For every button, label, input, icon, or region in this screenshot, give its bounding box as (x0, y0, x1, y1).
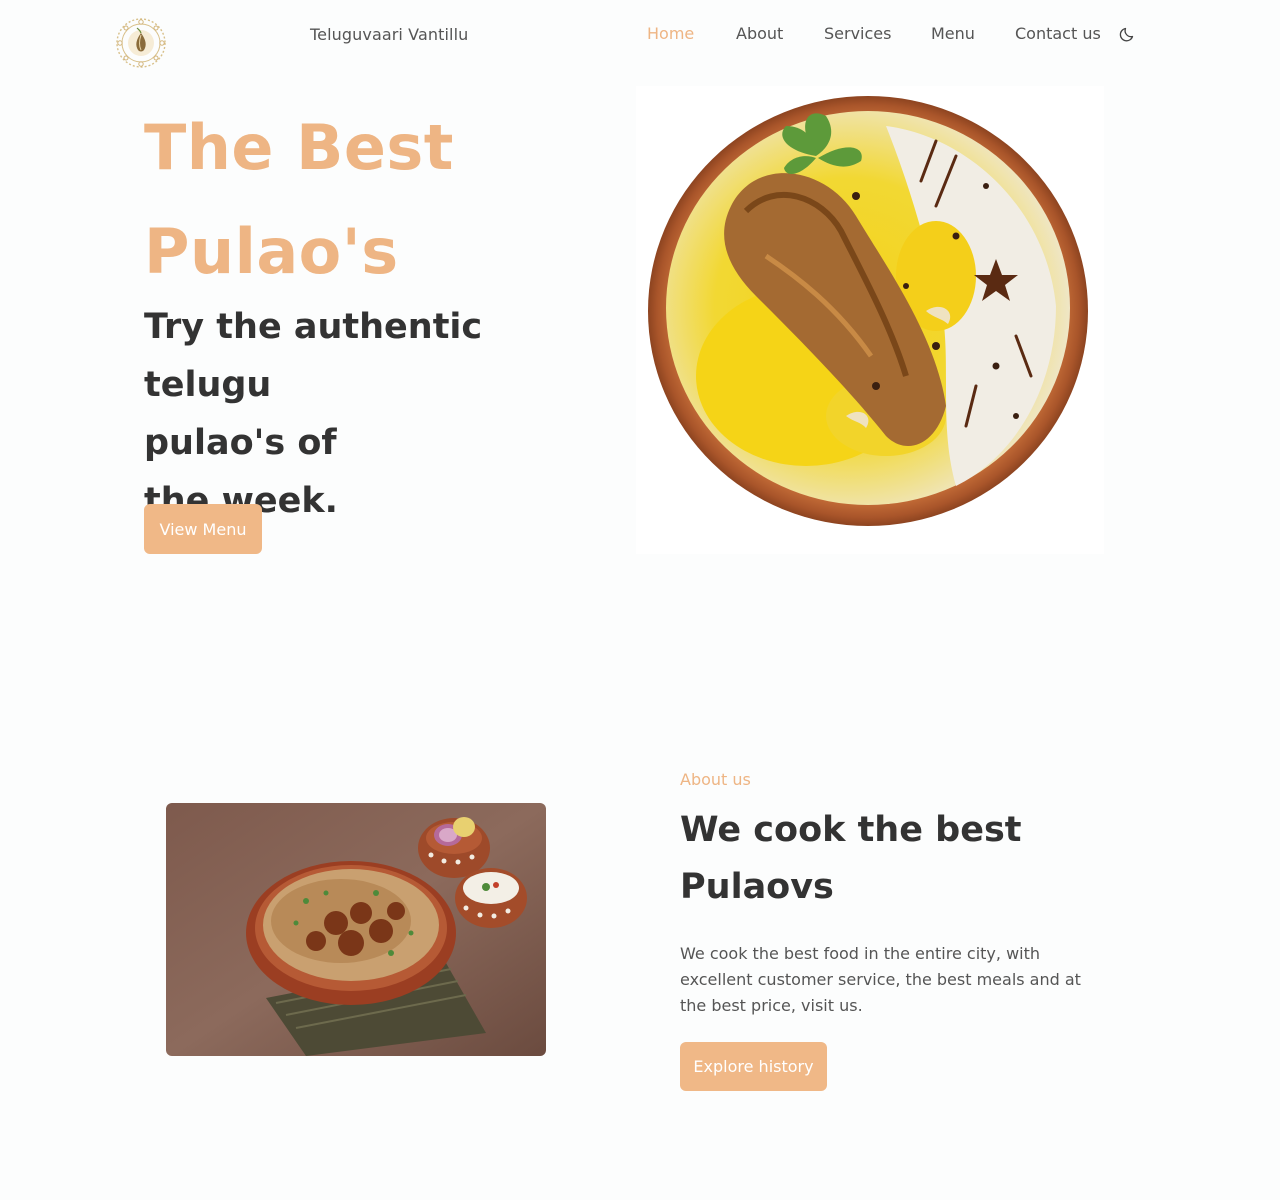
about-title-line2: Pulaovs (680, 867, 834, 907)
hero-title: The Best Pulao's (144, 96, 624, 304)
hero-title-line1: The Best (144, 111, 454, 184)
site-header: Teluguvaari Vantillu Home About Services… (0, 0, 1280, 86)
hero-subtitle-line1: Try the authentic telugu (144, 307, 483, 405)
nav-menu[interactable]: Menu (931, 24, 975, 43)
pulao-clay-pot-image (166, 803, 546, 1056)
hero-title-line2: Pulao's (144, 215, 399, 288)
nav-home[interactable]: Home (647, 24, 694, 43)
nav-services[interactable]: Services (824, 24, 891, 43)
biryani-plate-image (636, 86, 1104, 554)
view-menu-button[interactable]: View Menu (144, 504, 262, 554)
about-title: We cook the best Pulaovs (680, 802, 1100, 916)
hero-subtitle-line2: pulao's of (144, 423, 337, 463)
nav-contact[interactable]: Contact us (1015, 24, 1101, 43)
about-kicker: About us (680, 770, 751, 789)
main-nav: Home About Services Menu Contact us (0, 24, 1280, 48)
about-title-line1: We cook the best (680, 810, 1022, 850)
hero-subtitle: Try the authentic telugu pulao's of the … (144, 298, 614, 530)
moon-icon[interactable] (1119, 25, 1137, 43)
explore-history-button[interactable]: Explore history (680, 1042, 827, 1091)
nav-about[interactable]: About (736, 24, 783, 43)
about-description: We cook the best food in the entire city… (680, 944, 1081, 1015)
